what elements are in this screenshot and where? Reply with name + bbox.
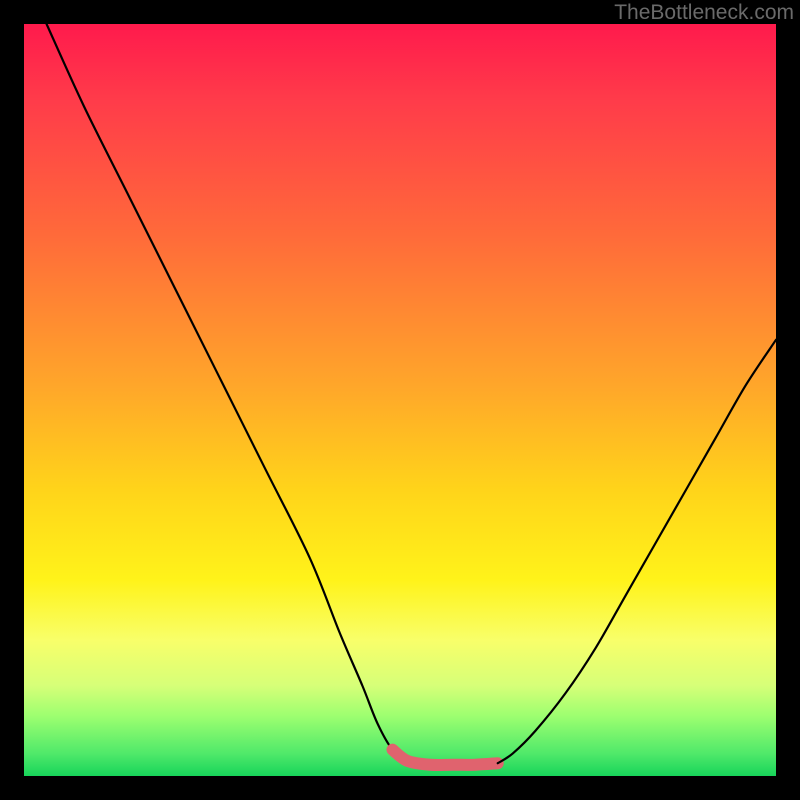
chart-overlay [24, 24, 776, 776]
bottom-highlight [392, 750, 497, 765]
left-branch-curve [47, 24, 423, 765]
watermark-text: TheBottleneck.com [614, 1, 794, 25]
right-branch-curve [498, 340, 776, 763]
plot-area [24, 24, 776, 776]
chart-stage: TheBottleneck.com [0, 0, 800, 800]
